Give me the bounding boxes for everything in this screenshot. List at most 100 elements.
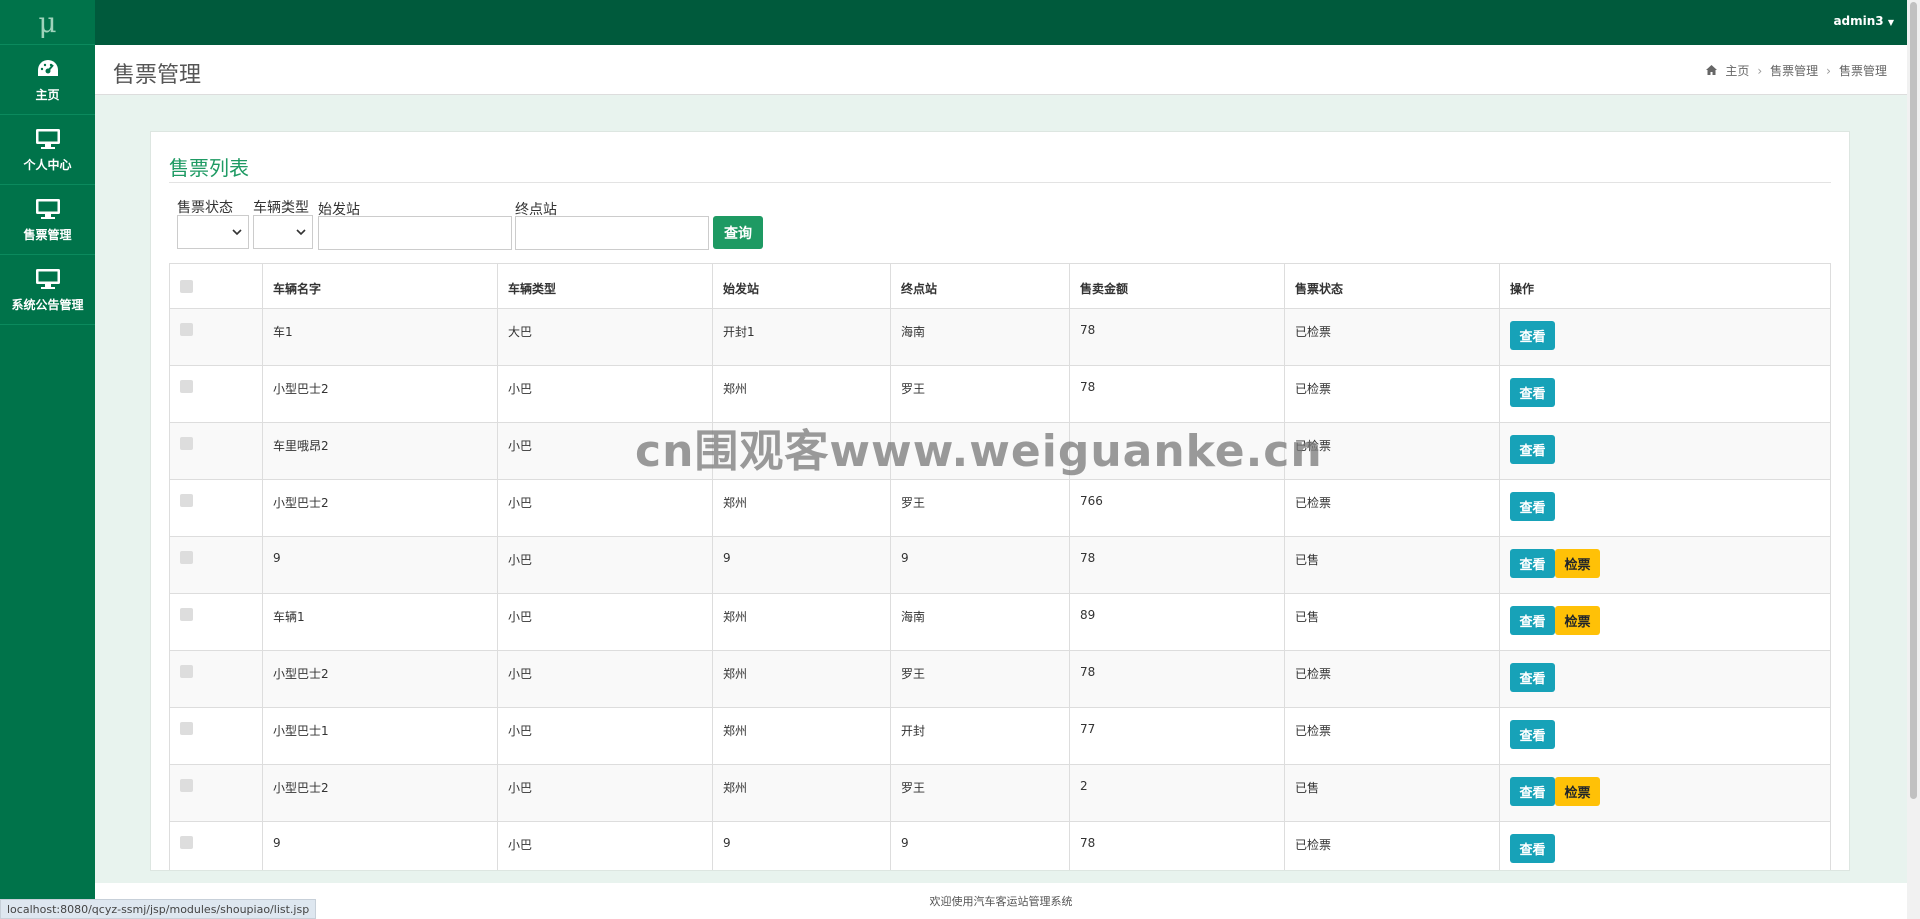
table-row: 车辆1 小巴 郑州 海南 89 已售 查看 检票 (169, 593, 1831, 651)
cell-to (890, 422, 1070, 480)
cell-from: 开封1 (712, 308, 891, 366)
breadcrumb-item[interactable]: 售票管理 (1770, 62, 1818, 79)
select-all-checkbox[interactable] (180, 280, 193, 293)
chevron-right-icon: › (1757, 63, 1763, 78)
cell-from: 9 (712, 821, 891, 870)
cell-status: 已售 (1284, 764, 1500, 822)
cell-to: 9 (890, 821, 1070, 870)
cell-from: 郑州 (712, 650, 891, 708)
cell-status: 已检票 (1284, 650, 1500, 708)
view-button[interactable]: 查看 (1510, 321, 1555, 350)
cell-name: 小型巴士2 (262, 479, 498, 537)
cell-from: 郑州 (712, 479, 891, 537)
cell-name: 小型巴士2 (262, 650, 498, 708)
row-checkbox[interactable] (180, 722, 193, 735)
sidebar-item-tickets[interactable]: 售票管理 (0, 185, 95, 255)
chevron-down-icon (232, 229, 242, 236)
scrollbar-thumb[interactable] (1910, 2, 1917, 799)
view-button[interactable]: 查看 (1510, 777, 1555, 806)
cell-status: 已检票 (1284, 365, 1500, 423)
row-checkbox[interactable] (180, 494, 193, 507)
view-button[interactable]: 查看 (1510, 834, 1555, 863)
scrollbar[interactable] (1907, 0, 1920, 919)
cell-from: 郑州 (712, 593, 891, 651)
check-ticket-button[interactable]: 检票 (1555, 777, 1600, 806)
home-icon (1706, 64, 1718, 78)
row-checkbox[interactable] (180, 380, 193, 393)
from-station-input[interactable] (318, 216, 512, 250)
cell-name: 小型巴士2 (262, 365, 498, 423)
row-checkbox[interactable] (180, 608, 193, 621)
cell-name: 9 (262, 821, 498, 870)
view-button[interactable]: 查看 (1510, 663, 1555, 692)
sidebar-item-label: 售票管理 (23, 228, 72, 242)
row-select-cell (169, 308, 263, 366)
view-button[interactable]: 查看 (1510, 549, 1555, 578)
table-row: 车1 大巴 开封1 海南 78 已检票 查看 (169, 308, 1831, 366)
cell-amount: 2 (1069, 764, 1285, 822)
table-row: 小型巴士2 小巴 郑州 罗王 2 已售 查看 检票 (169, 764, 1831, 822)
status-filter-select[interactable] (177, 215, 249, 249)
status-filter-label: 售票状态 (177, 200, 233, 216)
row-checkbox[interactable] (180, 323, 193, 336)
chevron-down-icon (296, 229, 306, 236)
view-button[interactable]: 查看 (1510, 492, 1555, 521)
row-checkbox[interactable] (180, 836, 193, 849)
cell-name: 小型巴士1 (262, 707, 498, 765)
to-station-input[interactable] (515, 216, 709, 250)
breadcrumb-home[interactable]: 主页 (1725, 62, 1749, 79)
cell-amount: 78 (1069, 650, 1285, 708)
select-all-cell (169, 263, 263, 309)
check-ticket-button[interactable]: 检票 (1555, 549, 1600, 578)
cell-actions: 查看 (1499, 821, 1831, 870)
cell-name: 车里哦昂2 (262, 422, 498, 480)
user-menu[interactable]: admin3 ▼ (1833, 14, 1894, 28)
cell-type: 小巴 (497, 707, 713, 765)
row-checkbox[interactable] (180, 437, 193, 450)
top-bar: admin3 ▼ (95, 0, 1920, 45)
cell-from: 郑州 (712, 365, 891, 423)
cell-type: 小巴 (497, 764, 713, 822)
cell-to: 罗王 (890, 764, 1070, 822)
row-checkbox[interactable] (180, 551, 193, 564)
cell-to: 海南 (890, 308, 1070, 366)
monitor-icon (34, 126, 62, 152)
sidebar-item-label: 个人中心 (23, 158, 72, 172)
page-title: 售票管理 (113, 63, 202, 88)
cell-type: 小巴 (497, 422, 713, 480)
footer: 欢迎使用汽车客运站管理系统 (95, 883, 1907, 919)
cell-name: 车1 (262, 308, 498, 366)
row-checkbox[interactable] (180, 665, 193, 678)
sidebar-item-home[interactable]: 主页 (0, 45, 95, 115)
cell-type: 小巴 (497, 365, 713, 423)
check-ticket-button[interactable]: 检票 (1555, 606, 1600, 635)
cell-amount: 766 (1069, 479, 1285, 537)
cell-to: 罗王 (890, 650, 1070, 708)
cell-name: 小型巴士2 (262, 764, 498, 822)
breadcrumb: 主页 › 售票管理 › 售票管理 (1706, 62, 1887, 79)
view-button[interactable]: 查看 (1510, 720, 1555, 749)
cell-actions: 查看 (1499, 365, 1831, 423)
type-filter-select[interactable] (253, 215, 313, 249)
row-select-cell (169, 764, 263, 822)
query-button[interactable]: 查询 (713, 216, 763, 249)
col-header: 售卖金额 (1069, 263, 1285, 309)
cell-to: 9 (890, 536, 1070, 594)
view-button[interactable]: 查看 (1510, 606, 1555, 635)
filter-bar: 售票状态 车辆类型 始发站 终点站 查询 (169, 197, 869, 250)
row-select-cell (169, 821, 263, 870)
cell-amount (1069, 422, 1285, 480)
view-button[interactable]: 查看 (1510, 435, 1555, 464)
cell-to: 海南 (890, 593, 1070, 651)
panel-title: 售票列表 (169, 156, 249, 180)
page-header: 售票管理 主页 › 售票管理 › 售票管理 (95, 45, 1907, 95)
cell-type: 小巴 (497, 821, 713, 870)
view-button[interactable]: 查看 (1510, 378, 1555, 407)
sidebar-item-announcements[interactable]: 系统公告管理 (0, 255, 95, 325)
cell-actions: 查看 (1499, 479, 1831, 537)
sidebar-item-profile[interactable]: 个人中心 (0, 115, 95, 185)
row-checkbox[interactable] (180, 779, 193, 792)
cell-to: 开封 (890, 707, 1070, 765)
table-row: 小型巴士2 小巴 郑州 罗王 78 已检票 查看 (169, 650, 1831, 708)
type-filter-label: 车辆类型 (253, 200, 309, 216)
